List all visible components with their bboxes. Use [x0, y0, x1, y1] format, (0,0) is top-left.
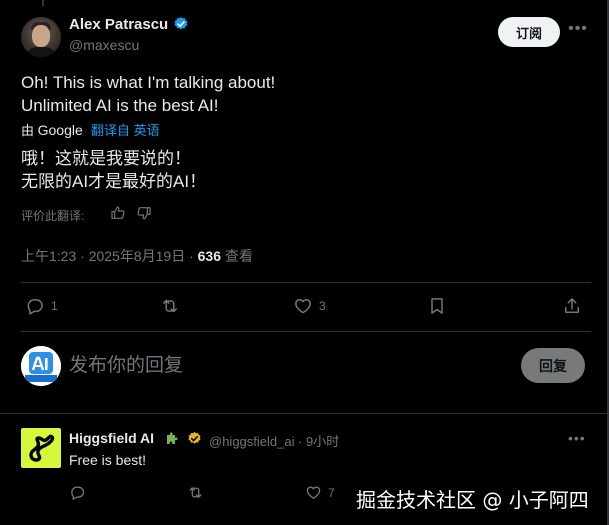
thumbs-up-icon[interactable]	[110, 205, 126, 221]
translated-text-line-1: 哦！这就是我要说的！	[21, 149, 191, 168]
post-text-line-1: Oh! This is what I'm talking about!	[21, 73, 276, 92]
retweet-action[interactable]	[160, 296, 186, 316]
reply-like-count: 7	[328, 485, 335, 500]
my-avatar[interactable]	[21, 346, 61, 386]
share-action[interactable]	[562, 296, 582, 316]
divider	[21, 282, 591, 283]
thumbs-down-icon[interactable]	[136, 205, 152, 221]
post-text-line-2: Unlimited AI is the best AI!	[21, 96, 219, 115]
reply-icon	[71, 486, 85, 500]
heart-icon	[295, 299, 311, 314]
translated-text-line-2: 无限的AI才是最好的AI！	[21, 172, 207, 191]
views-count: 636	[197, 248, 221, 264]
translated-by-prefix: 由	[21, 123, 38, 138]
translated-by: 由 Google	[21, 120, 83, 139]
reply-time[interactable]: · 9小时	[298, 434, 339, 449]
reply-like-action[interactable]: 7	[305, 484, 335, 501]
reply-text: Free is best!	[69, 452, 147, 468]
verified-gold-badge-icon	[188, 431, 201, 444]
author-handle[interactable]: @maxescu	[69, 37, 139, 53]
author-name[interactable]: Alex Patrascu	[69, 16, 168, 33]
watermark: 掘金技术社区 @ 小子阿四	[356, 488, 589, 512]
thread-connector	[42, 0, 44, 6]
ai-logo-icon	[21, 346, 61, 386]
views-label: 查看	[221, 248, 253, 264]
reply-submit-button[interactable]: 回复	[521, 348, 585, 383]
retweet-icon	[189, 487, 202, 498]
reply-count: 1	[51, 299, 58, 313]
reply-more-icon[interactable]: •••	[568, 430, 586, 446]
post-timestamp[interactable]: 上午1:23 · 2025年8月19日 ·	[21, 248, 198, 264]
reply-retweet-action[interactable]	[187, 484, 204, 501]
verified-badge-icon	[174, 17, 188, 30]
reply-reply-action[interactable]	[69, 484, 86, 501]
divider	[21, 331, 591, 332]
higgsfield-logo-icon	[29, 434, 55, 462]
heart-icon	[306, 486, 321, 499]
author-avatar[interactable]	[21, 17, 61, 57]
reply-meta: @higgsfield_ai · 9小时	[209, 431, 339, 450]
subscribe-button[interactable]: 订阅	[498, 17, 560, 47]
more-horizontal-icon[interactable]: •••	[568, 20, 588, 42]
bookmark-action[interactable]	[427, 296, 447, 316]
share-icon	[565, 298, 579, 313]
like-action[interactable]: 3	[293, 296, 326, 316]
google-logo: Google	[37, 122, 83, 138]
rate-translation-label: 评价此翻译:	[21, 209, 85, 223]
puzzle-piece-icon	[167, 432, 178, 444]
reply-author-name[interactable]: Higgsfield AI	[69, 430, 154, 446]
post-meta: 上午1:23 · 2025年8月19日 · 636 查看	[21, 246, 253, 266]
reply-icon	[27, 299, 43, 315]
translate-from-link[interactable]: 翻译自 英语	[91, 120, 160, 139]
divider	[0, 413, 607, 414]
reply-action[interactable]: 1	[25, 296, 58, 316]
retweet-icon	[163, 299, 177, 313]
like-count: 3	[319, 299, 326, 313]
bookmark-icon	[431, 298, 443, 314]
higgsfield-avatar[interactable]	[21, 428, 61, 468]
reply-composer-input[interactable]	[69, 352, 489, 380]
reply-author-handle[interactable]: @higgsfield_ai	[209, 434, 294, 449]
